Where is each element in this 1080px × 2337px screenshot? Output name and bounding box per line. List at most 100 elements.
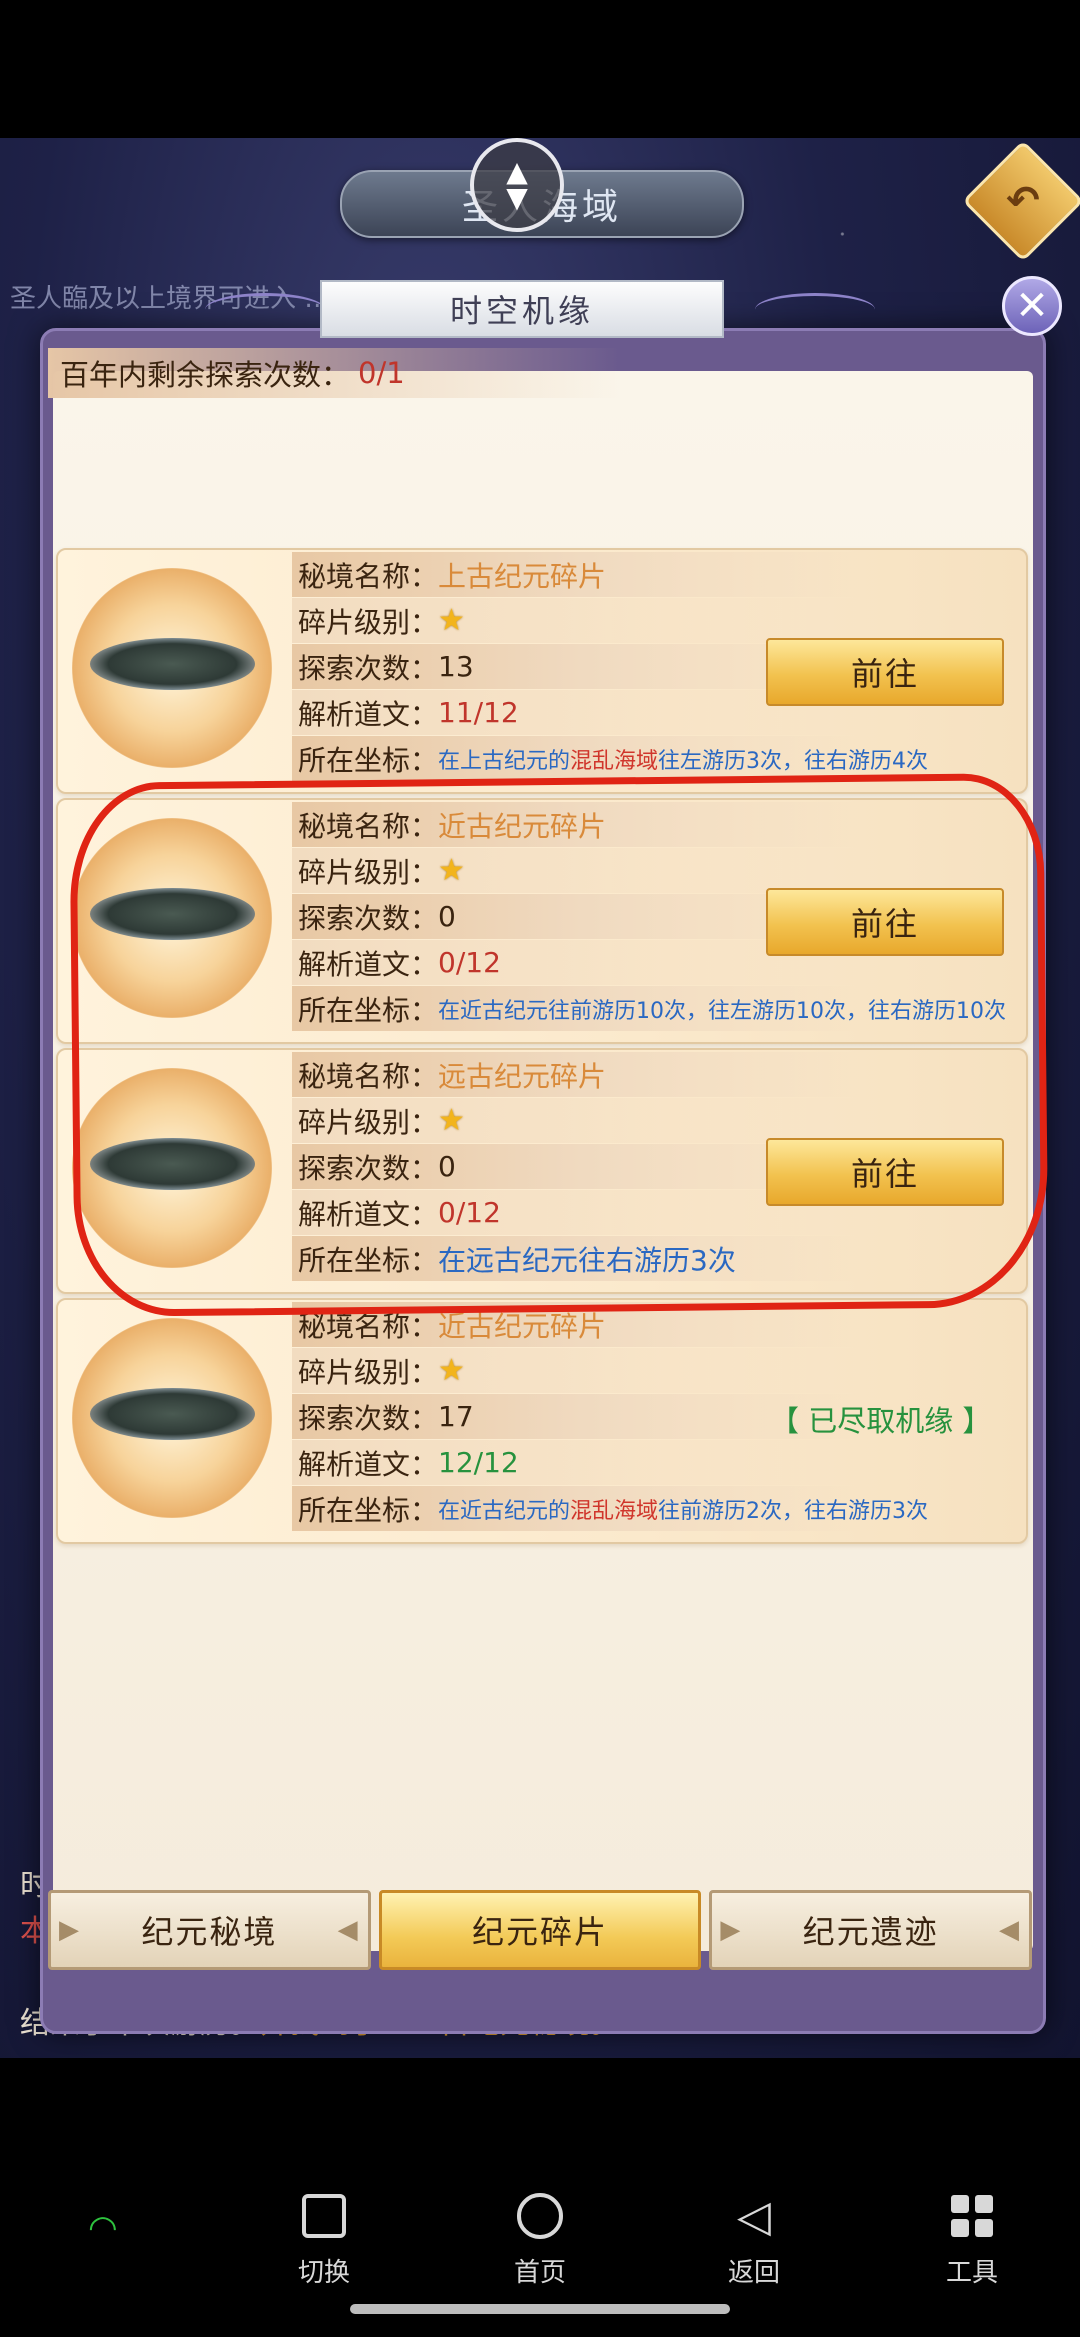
field-label: 碎片级别： <box>298 1105 439 1139</box>
field-label: 秘境名称： <box>298 1059 439 1093</box>
tab-left-arrow-icon: ▶ <box>720 1915 743 1945</box>
fragment-orb-image <box>72 568 272 768</box>
grid-icon <box>951 2195 993 2237</box>
tab-right-arrow-icon: ◀ <box>337 1915 360 1945</box>
coordinate-value: 在上古纪元的混乱海域往左游历3次，往右游历4次 <box>438 743 928 775</box>
field-label: 碎片级别： <box>298 605 439 639</box>
field-label: 解析道文： <box>298 947 439 981</box>
coordinate-value: 在近古纪元往前游历10次，往左游历10次，往右游历10次 <box>438 993 1006 1025</box>
field-value: 0 <box>438 900 456 933</box>
field-row: 所在坐标： 在近古纪元的混乱海域往前游历2次，往右游历3次 <box>292 1486 1022 1531</box>
field-label: 所在坐标： <box>298 993 439 1027</box>
nav-back[interactable]: ◁ 返回 <box>694 2186 814 2289</box>
fragment-card: 秘境名称： 远古纪元碎片 碎片级别： ★ 探索次数： 0 解析道文： 0/12 … <box>56 1048 1028 1294</box>
game-screen: 圣人臨及以上境界可进入 … 每个纪元百万年 … 可取 圣人海域 ▲ ▼ ↶ 时光… <box>0 138 1080 2058</box>
field-row: 碎片级别： ★ <box>292 598 1022 643</box>
field-label: 解析道文： <box>298 1447 439 1481</box>
star-icon: ★ <box>438 1353 465 1388</box>
tab-label: 纪元遗迹 <box>802 1913 939 1951</box>
field-row: 秘境名称： 远古纪元碎片 <box>292 1052 1022 1097</box>
tab-era-realm[interactable]: ▶ 纪元秘境 ◀ <box>48 1890 371 1970</box>
field-value: 近古纪元碎片 <box>438 809 607 843</box>
field-label: 秘境名称： <box>298 1309 439 1343</box>
field-row: 秘境名称： 上古纪元碎片 <box>292 552 1022 597</box>
field-label: 探索次数： <box>298 1401 439 1435</box>
coordinate-value: 在近古纪元的混乱海域往前游历2次，往右游历3次 <box>438 1493 928 1525</box>
field-label: 秘境名称： <box>298 809 439 843</box>
fragment-orb-image <box>72 1068 272 1268</box>
field-row: 所在坐标： 在上古纪元的混乱海域往左游历3次，往右游历4次 <box>292 736 1022 781</box>
fragment-card: 秘境名称： 近古纪元碎片 碎片级别： ★ 探索次数： 0 解析道文： 0/12 … <box>56 798 1028 1044</box>
nav-switch-label: 切换 <box>297 2258 350 2288</box>
home-indicator[interactable] <box>350 2304 730 2314</box>
field-value: 17 <box>438 1400 474 1433</box>
nav-tools[interactable]: 工具 <box>912 2186 1032 2289</box>
coord-segment: 往左游历3次，往右游历4次 <box>658 748 929 774</box>
star-icon: ★ <box>438 1103 465 1138</box>
square-icon <box>302 2194 346 2238</box>
field-label: 解析道文： <box>298 697 439 731</box>
return-button[interactable]: ↶ <box>962 140 1080 262</box>
coord-segment: 往前游历2次，往右游历3次 <box>658 1498 929 1524</box>
tab-era-fragment[interactable]: 纪元碎片 <box>378 1890 702 1970</box>
panel-title: 时空机缘 <box>320 280 724 338</box>
undo-arrow-icon: ↶ <box>1006 178 1040 224</box>
go-button[interactable]: 前往 <box>766 638 1004 706</box>
coord-segment: 混乱海域 <box>570 1498 659 1524</box>
fragment-card: 秘境名称： 上古纪元碎片 碎片级别： ★ 探索次数： 13 解析道文： 11/1… <box>56 548 1028 794</box>
field-label: 探索次数： <box>298 651 439 685</box>
go-button[interactable]: 前往 <box>766 1138 1004 1206</box>
field-value: 13 <box>438 650 474 683</box>
coord-segment: 在远古纪元往右游历3次 <box>438 1243 736 1277</box>
star-icon: ★ <box>438 853 465 888</box>
field-value: 12/12 <box>438 1446 519 1479</box>
field-value: 0/12 <box>438 946 501 979</box>
field-label: 所在坐标： <box>298 743 439 777</box>
chevron-down-icon: ▼ <box>506 181 528 214</box>
title-ornament-left <box>205 293 325 326</box>
field-value: 近古纪元碎片 <box>438 1309 607 1343</box>
nav-home-label: 首页 <box>513 2258 566 2288</box>
field-label: 所在坐标： <box>298 1243 439 1277</box>
field-label: 碎片级别： <box>298 1355 439 1389</box>
star-icon: ★ <box>438 603 465 638</box>
tab-era-ruins[interactable]: ▶ 纪元遗迹 ◀ <box>709 1890 1033 1970</box>
field-row: 秘境名称： 近古纪元碎片 <box>292 1302 1022 1347</box>
circle-icon <box>517 2193 563 2239</box>
field-value: 远古纪元碎片 <box>438 1059 607 1093</box>
exhausted-status: 【 已尽取机缘 】 <box>770 1404 992 1438</box>
nav-switch[interactable]: 切换 <box>264 2186 384 2289</box>
coord-segment: 混乱海域 <box>570 748 659 774</box>
title-ornament-right <box>755 293 875 326</box>
field-label: 所在坐标： <box>298 1493 439 1527</box>
remaining-value: 0/1 <box>358 356 405 390</box>
field-value: 0 <box>438 1150 456 1183</box>
field-row: 解析道文： 12/12 <box>292 1440 1022 1485</box>
swap-button[interactable]: ▲ ▼ <box>470 138 564 232</box>
field-row: 所在坐标： 在近古纪元往前游历10次，往左游历10次，往右游历10次 <box>292 986 1022 1031</box>
field-value: 11/12 <box>438 696 519 729</box>
coordinate-value: 在远古纪元往右游历3次 <box>438 1239 736 1279</box>
field-row: 所在坐标： 在远古纪元往右游历3次 <box>292 1236 1022 1281</box>
fragment-orb-image <box>72 1318 272 1518</box>
tab-bar: ▶ 纪元秘境 ◀ 纪元碎片 ▶ 纪元遗迹 ◀ <box>48 1890 1033 1970</box>
field-row: 碎片级别： ★ <box>292 1348 1022 1393</box>
coord-segment: 在上古纪元的 <box>438 748 571 774</box>
fragment-orb-image <box>72 818 272 1018</box>
tab-right-arrow-icon: ◀ <box>999 1915 1022 1945</box>
field-label: 探索次数： <box>298 1151 439 1185</box>
coord-segment: 在近古纪元往前游历10次，往左游历10次，往右游历10次 <box>438 998 1006 1024</box>
close-icon: ✕ <box>1015 283 1049 329</box>
nav-home[interactable]: 首页 <box>480 2186 600 2289</box>
field-row: 秘境名称： 近古纪元碎片 <box>292 802 1022 847</box>
field-label: 解析道文： <box>298 1197 439 1231</box>
close-button[interactable]: ✕ <box>1002 276 1062 336</box>
field-value: 上古纪元碎片 <box>438 559 607 593</box>
go-button[interactable]: 前往 <box>766 888 1004 956</box>
remaining-explorations: 百年内剩余探索次数： 0/1 <box>48 348 620 398</box>
tab-label: 纪元碎片 <box>472 1913 609 1951</box>
fragment-card: 秘境名称： 近古纪元碎片 碎片级别： ★ 探索次数： 17 解析道文： 12/1… <box>56 1298 1028 1544</box>
field-row: 碎片级别： ★ <box>292 1098 1022 1143</box>
field-label: 秘境名称： <box>298 559 439 593</box>
remaining-label: 百年内剩余探索次数： <box>60 358 351 392</box>
